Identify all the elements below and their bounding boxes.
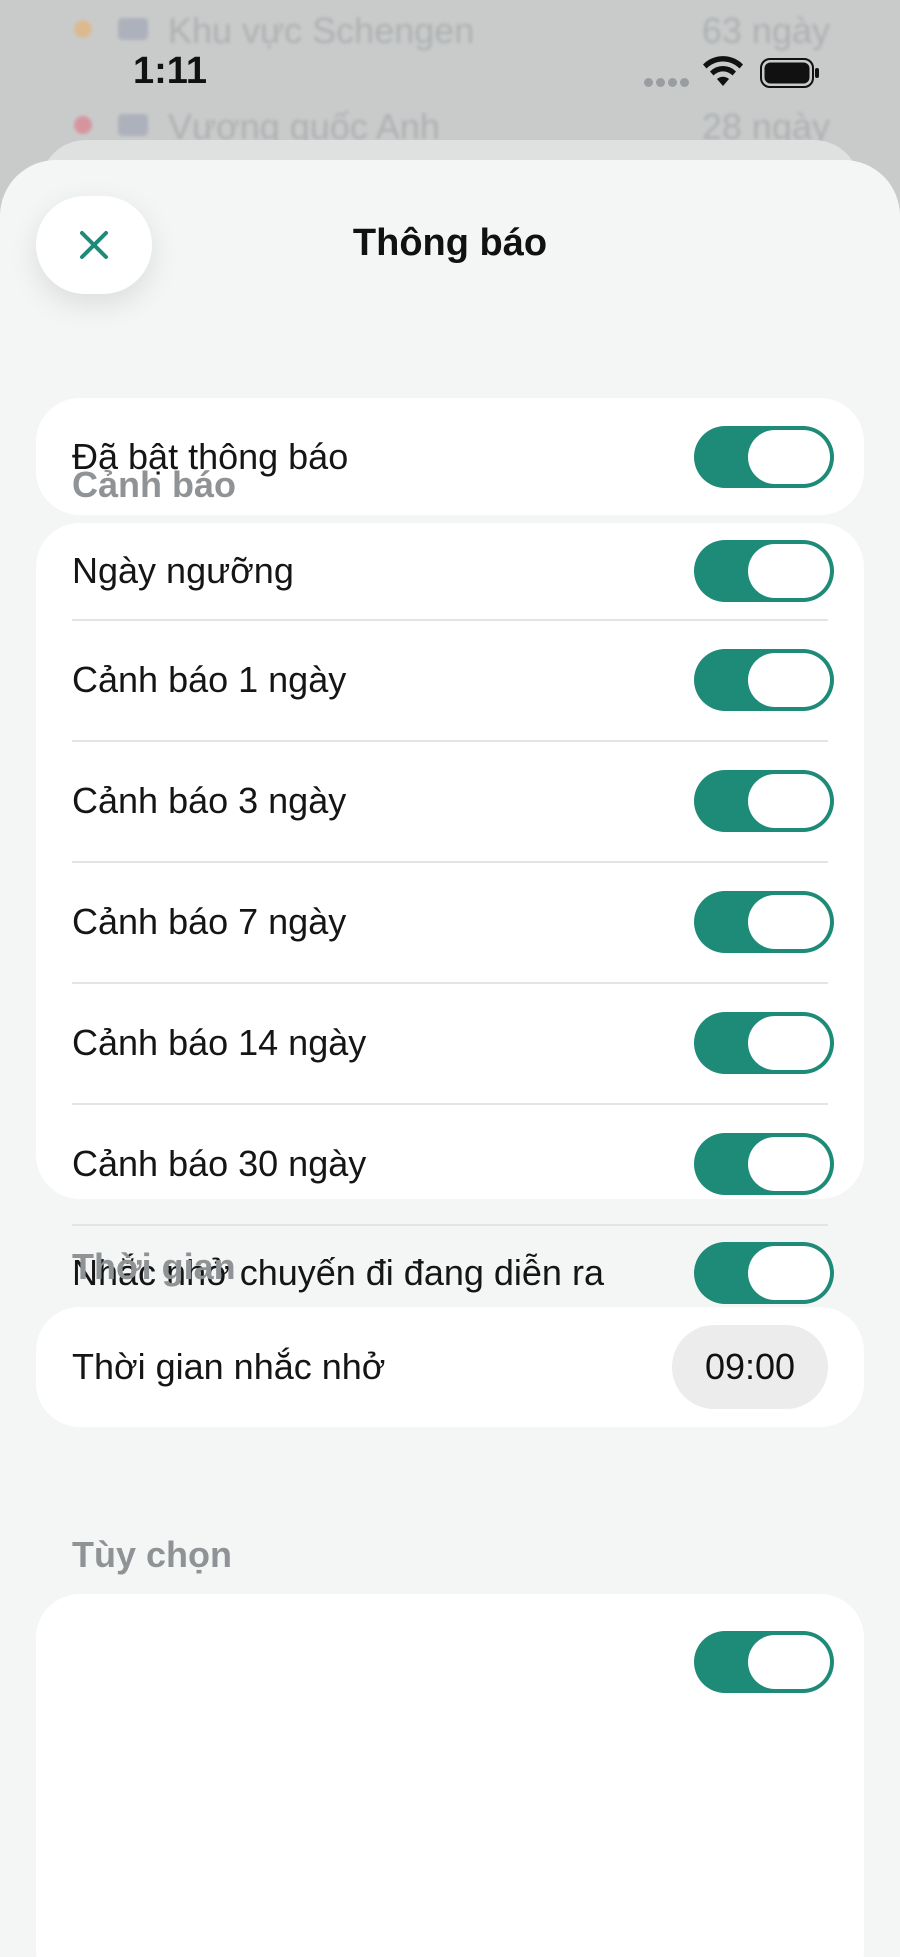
alert-label: Ngày ngưỡng (72, 550, 294, 591)
alert-label: Cảnh báo 7 ngày (72, 900, 347, 942)
alert-toggle-7-day[interactable] (694, 890, 834, 953)
alert-toggle-14-day[interactable] (694, 1011, 834, 1074)
toggle-knob (748, 1245, 830, 1300)
alert-toggle-3-day[interactable] (694, 769, 834, 832)
alert-row-14-day: Cảnh báo 14 ngày (36, 982, 864, 1103)
toggle-knob (748, 773, 830, 828)
alert-row-3-day: Cảnh báo 3 ngày (36, 740, 864, 861)
alert-row-threshold: Ngày ngưỡng (36, 523, 864, 619)
reminder-time-label: Thời gian nhắc nhở (72, 1346, 386, 1387)
toggle-knob (748, 1015, 830, 1070)
section-title-alerts: Cảnh báo (72, 464, 237, 505)
alert-toggle-threshold[interactable] (694, 540, 834, 602)
alert-toggle-ongoing-trip[interactable] (694, 1241, 834, 1304)
time-card: Thời gian nhắc nhở 09:00 (36, 1307, 864, 1427)
toggle-knob (748, 894, 830, 949)
alert-row-30-day: Cảnh báo 30 ngày (36, 1103, 864, 1224)
alert-row-1-day: Cảnh báo 1 ngày (36, 619, 864, 740)
sheet-title: Thông báo (352, 222, 548, 264)
status-bar: 1:11 (0, 0, 900, 140)
alerts-card: Ngày ngưỡng Cảnh báo 1 ngày Cảnh báo 3 n… (36, 523, 864, 1304)
status-time: 1:11 (133, 50, 207, 92)
toggle-knob (748, 652, 830, 707)
alert-label: Cảnh báo 3 ngày (72, 779, 347, 821)
master-notification-toggle[interactable] (694, 425, 834, 488)
cellular-signal-icon (644, 78, 690, 88)
alert-row-7-day: Cảnh báo 7 ngày (36, 861, 864, 982)
reminder-time-picker[interactable]: 09:00 (672, 1325, 828, 1409)
options-card (36, 1594, 864, 1957)
alert-toggle-1-day[interactable] (694, 648, 834, 711)
toggle-knob (748, 1136, 830, 1191)
reminder-time-row: Thời gian nhắc nhở 09:00 (36, 1307, 864, 1427)
toggle-knob (748, 544, 830, 598)
option-toggle[interactable] (694, 1631, 834, 1693)
battery-icon (760, 58, 819, 88)
section-title-options: Tùy chọn (72, 1534, 232, 1575)
alert-label: Cảnh báo 30 ngày (72, 1142, 367, 1184)
alert-label: Cảnh báo 1 ngày (72, 658, 347, 700)
alert-toggle-30-day[interactable] (694, 1132, 834, 1195)
toggle-knob (748, 1635, 830, 1689)
wifi-icon (703, 56, 743, 86)
toggle-knob (748, 429, 830, 484)
alert-label: Cảnh báo 14 ngày (72, 1021, 367, 1063)
notifications-sheet: Thông báo Đã bật thông báo Cảnh báo Ngày… (0, 160, 900, 1957)
section-title-time: Thời gian (72, 1246, 236, 1287)
